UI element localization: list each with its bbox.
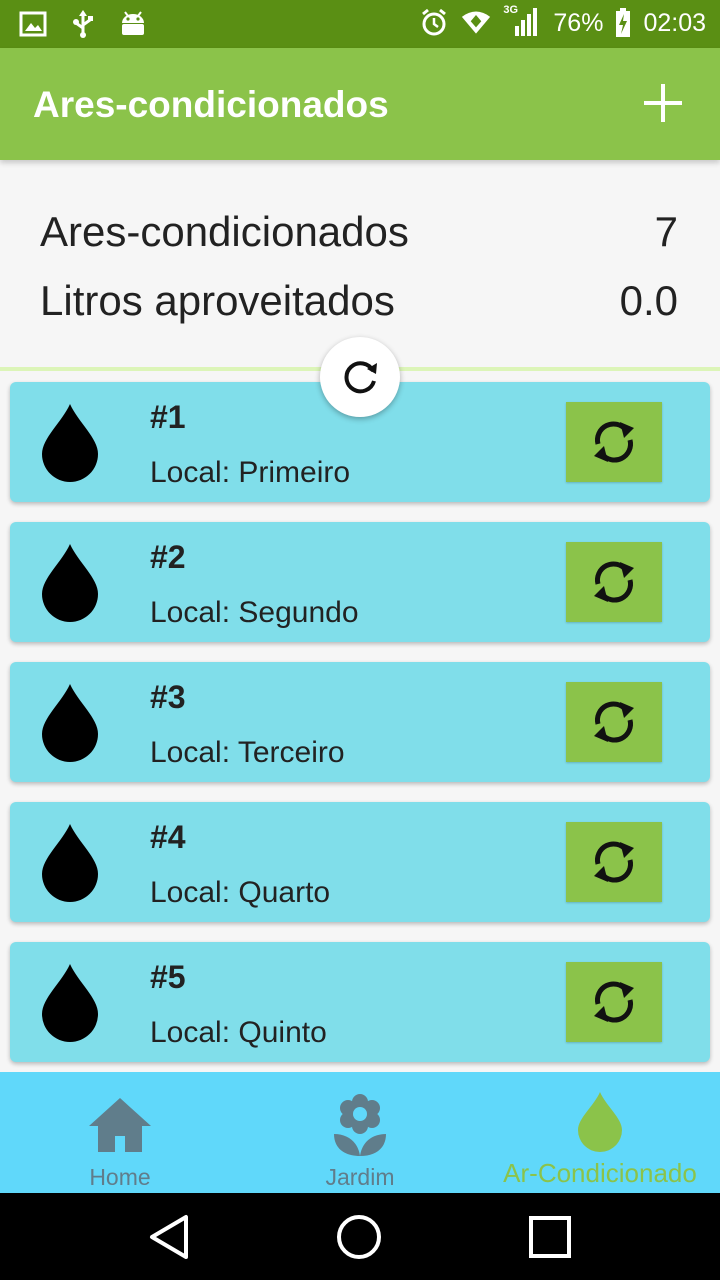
sync-button[interactable]	[566, 542, 662, 622]
flower-icon	[334, 1094, 386, 1156]
drop-icon	[42, 544, 98, 622]
refresh-button[interactable]	[320, 337, 400, 417]
battery-charging-icon	[616, 8, 631, 37]
drop-icon	[42, 824, 98, 902]
card-number: #3	[150, 679, 186, 715]
card-number: #5	[150, 959, 186, 995]
nav-jardim[interactable]: Jardim	[240, 1072, 480, 1193]
list-item[interactable]: #5 Local: Quinto	[10, 942, 710, 1062]
card-number: #1	[150, 399, 186, 435]
home-icon	[89, 1098, 151, 1152]
sync-button[interactable]	[566, 822, 662, 902]
image-icon	[19, 11, 47, 37]
sync-icon	[594, 981, 634, 1023]
card-location: Local: Terceiro	[150, 736, 345, 769]
status-bar: 3G 76% 02:03	[0, 0, 720, 48]
wifi-icon	[462, 11, 491, 34]
list-item[interactable]: #4 Local: Quarto	[10, 802, 710, 922]
sync-icon	[594, 701, 634, 743]
card-location: Local: Quarto	[150, 876, 331, 909]
plus-icon[interactable]	[642, 82, 684, 124]
app-bar: Ares-condicionados	[0, 48, 720, 160]
back-icon[interactable]	[146, 1213, 194, 1261]
clock: 02:03	[643, 8, 706, 37]
card-number: #4	[150, 819, 186, 855]
sync-icon	[594, 841, 634, 883]
nav-label: Home	[89, 1164, 151, 1190]
card-number: #2	[150, 539, 186, 575]
count-value: 7	[654, 208, 678, 255]
system-navigation	[0, 1193, 720, 1280]
drop-icon	[578, 1092, 622, 1152]
signal-icon: 3G	[503, 4, 541, 38]
sync-button[interactable]	[566, 402, 662, 482]
list-item[interactable]: #3 Local: Terceiro	[10, 662, 710, 782]
battery-percent: 76%	[553, 8, 604, 37]
drop-icon	[42, 684, 98, 762]
summary-liters-row: Litros aproveitados 0.0	[40, 277, 678, 325]
sync-icon	[594, 561, 634, 603]
card-location: Local: Segundo	[150, 596, 359, 629]
drop-icon	[42, 964, 98, 1042]
card-location: Local: Primeiro	[150, 456, 351, 489]
nav-label: Jardim	[325, 1164, 395, 1190]
sync-button[interactable]	[566, 682, 662, 762]
nav-home[interactable]: Home	[0, 1072, 240, 1193]
liters-value: 0.0	[619, 277, 678, 324]
summary-count-row: Ares-condicionados 7	[40, 208, 678, 256]
usb-icon	[73, 10, 93, 38]
alarm-icon	[422, 8, 447, 36]
sync-icon	[594, 421, 634, 463]
sync-button[interactable]	[566, 962, 662, 1042]
liters-label: Litros aproveitados	[40, 277, 395, 324]
drop-icon	[42, 404, 98, 482]
list-item[interactable]: #2 Local: Segundo	[10, 522, 710, 642]
home-button-icon[interactable]	[335, 1213, 383, 1261]
page-title: Ares-condicionados	[33, 84, 389, 125]
count-label: Ares-condicionados	[40, 208, 409, 255]
card-location: Local: Quinto	[150, 1016, 327, 1049]
android-icon	[122, 11, 144, 35]
refresh-icon	[344, 361, 377, 394]
nav-ar-condicionado[interactable]: Ar-Condicionado	[480, 1072, 720, 1193]
nav-label-active: Ar-Condicionado	[503, 1158, 697, 1188]
bottom-navigation: Home Jardim Ar-Condicionado	[0, 1072, 720, 1193]
recents-icon[interactable]	[526, 1213, 574, 1261]
